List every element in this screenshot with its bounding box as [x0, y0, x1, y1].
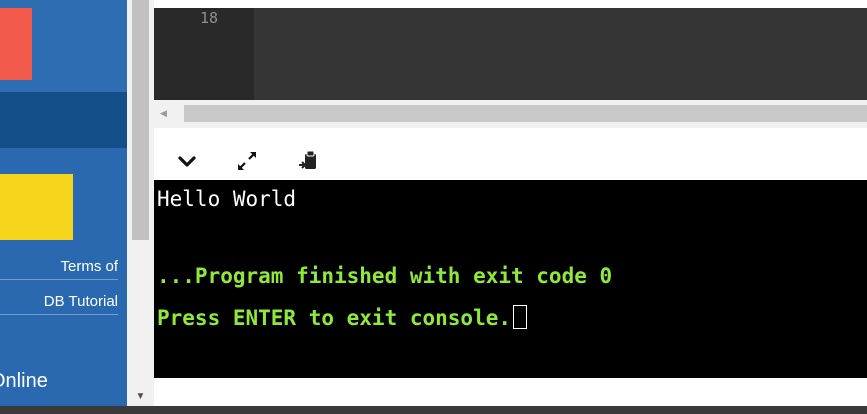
sidebar-yellow-button[interactable] — [0, 174, 73, 240]
code-editor[interactable]: 18 — [154, 8, 867, 100]
line-number: 18 — [200, 9, 219, 27]
console-output-line: Hello World — [157, 187, 297, 211]
bottom-edge — [0, 406, 867, 414]
scroll-left-arrow-icon[interactable]: ◀ — [160, 106, 174, 120]
line-number-gutter: 18 — [154, 8, 254, 100]
exit-code-message: ...Program finished with exit code 0 — [157, 264, 613, 288]
sidebar-online-label[interactable]: Online — [0, 370, 48, 393]
horizontal-scrollbar-thumb[interactable] — [184, 105, 867, 122]
expand-icon[interactable] — [234, 148, 260, 174]
scroll-down-arrow-icon[interactable]: ▼ — [128, 388, 153, 406]
sidebar-link-db-tutorial[interactable]: DB Tutorial — [0, 293, 118, 315]
left-sidebar: Terms of DB Tutorial Online — [0, 0, 127, 414]
copy-clipboard-icon[interactable] — [296, 148, 322, 174]
chevron-down-icon[interactable] — [174, 148, 200, 174]
exit-prompt-line: Press ENTER to exit console. — [157, 305, 528, 330]
code-area[interactable] — [254, 8, 867, 100]
sidebar-dark-band — [0, 92, 127, 148]
console-output[interactable]: Hello World ...Program finished with exi… — [154, 180, 867, 378]
exit-prompt: Press ENTER to exit console. — [157, 306, 512, 330]
horizontal-scrollbar[interactable]: ◀ — [154, 100, 867, 128]
sidebar-link-terms[interactable]: Terms of — [0, 258, 118, 280]
console-toolbar — [154, 143, 867, 180]
vertical-scrollbar-thumb[interactable] — [132, 0, 149, 240]
sidebar-red-banner[interactable] — [0, 8, 32, 80]
text-cursor — [513, 305, 528, 329]
